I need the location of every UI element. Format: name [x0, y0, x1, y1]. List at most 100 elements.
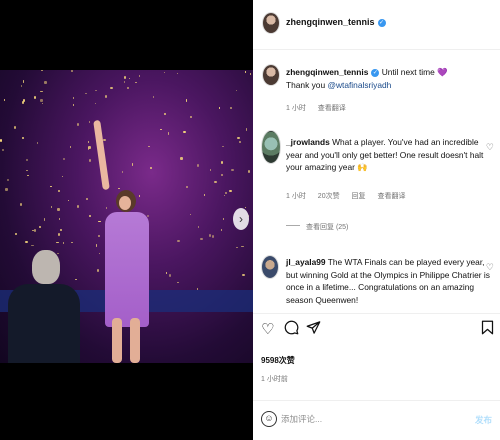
confetti-piece	[31, 244, 35, 247]
confetti-piece	[221, 161, 224, 164]
post-details-panel: zhengqinwen_tennis ✓ zhengqinwen_tennis ✓ …	[253, 0, 500, 440]
caption-avatar[interactable]	[262, 64, 280, 86]
confetti-piece	[150, 166, 152, 169]
confetti-piece	[244, 71, 246, 74]
caption-line1: Until next time 💜	[381, 67, 448, 77]
post-media-panel: ›	[0, 0, 253, 440]
comment-likes[interactable]: 20次赞	[318, 193, 340, 200]
confetti-piece	[182, 130, 186, 133]
confetti-piece	[230, 106, 232, 109]
confetti-piece	[147, 145, 150, 148]
comment-username[interactable]: _jrowlands	[286, 137, 330, 147]
spectator-head	[32, 250, 60, 284]
verified-badge-icon: ✓	[371, 69, 380, 77]
view-replies-button[interactable]: 查看回复 (25)	[286, 222, 358, 232]
confetti-piece	[222, 217, 225, 221]
confetti-piece	[57, 208, 61, 212]
caption-time: 1 小时	[286, 105, 306, 112]
confetti-piece	[245, 128, 248, 131]
caption-translate-link[interactable]: 查看翻译	[318, 105, 346, 112]
emoji-icon[interactable]: ☺	[261, 411, 277, 427]
confetti-piece	[58, 190, 60, 192]
confetti-piece	[244, 206, 247, 209]
caption-username[interactable]: zhengqinwen_tennis	[286, 67, 368, 77]
confetti-piece	[41, 70, 44, 72]
chevron-right-icon[interactable]: ›	[233, 208, 249, 230]
player-leg	[130, 318, 140, 363]
player-face	[119, 196, 131, 210]
username-text[interactable]: zhengqinwen_tennis	[286, 17, 375, 27]
confetti-piece	[36, 142, 38, 145]
confetti-piece	[236, 246, 239, 248]
actions-divider	[253, 313, 500, 314]
confetti-piece	[231, 168, 234, 171]
post-time: 1 小时前	[261, 376, 288, 383]
likes-count[interactable]: 9598次赞	[261, 355, 295, 366]
confetti-piece	[177, 239, 180, 243]
avatar[interactable]	[262, 12, 280, 34]
confetti-piece	[50, 186, 52, 188]
confetti-piece	[58, 217, 61, 220]
confetti-piece	[62, 241, 65, 245]
confetti-piece	[69, 145, 72, 149]
confetti-piece	[3, 98, 6, 101]
comment-bar: ☺ 发布	[253, 400, 500, 440]
confetti-piece	[241, 245, 245, 248]
confetti-piece	[237, 136, 241, 140]
share-icon[interactable]	[306, 320, 321, 339]
replies-line	[286, 225, 300, 226]
confetti-piece	[128, 77, 131, 80]
confetti-piece	[135, 81, 137, 83]
confetti-piece	[72, 104, 75, 106]
confetti-piece	[86, 197, 88, 201]
confetti-piece	[27, 175, 30, 177]
bookmark-icon[interactable]	[481, 320, 494, 339]
comment-reply-button[interactable]: 回复	[352, 193, 366, 200]
confetti-piece	[221, 173, 223, 176]
view-replies-label[interactable]: 查看回复 (25)	[306, 224, 348, 231]
confetti-piece	[77, 123, 80, 126]
confetti-piece	[62, 158, 65, 161]
comment-avatar[interactable]	[261, 255, 279, 279]
confetti-piece	[24, 241, 28, 244]
caption-line2: Thank you	[286, 79, 328, 90]
confetti-piece	[77, 205, 79, 208]
comment-meta: 1 小时 20次赞 回复 查看翻译	[286, 191, 416, 201]
heart-icon[interactable]: ♡	[261, 320, 274, 338]
comment-translate-link[interactable]: 查看翻译	[378, 193, 406, 200]
post-comment-button[interactable]: 发布	[475, 414, 492, 426]
caption-meta: 1 小时 查看翻译	[286, 103, 356, 113]
confetti-piece	[71, 241, 74, 244]
confetti-piece	[22, 137, 24, 140]
confetti-piece	[56, 241, 59, 243]
comment-like-heart-icon[interactable]: ♡	[486, 262, 494, 273]
confetti-piece	[94, 102, 97, 105]
comment-username[interactable]: jl_ayala99	[286, 257, 326, 267]
confetti-piece	[220, 228, 222, 231]
confetti-piece	[88, 140, 90, 144]
comment-icon[interactable]	[284, 320, 299, 339]
confetti-piece	[25, 169, 29, 171]
confetti-piece	[203, 193, 206, 197]
post-header: zhengqinwen_tennis ✓	[253, 0, 500, 50]
confetti-piece	[209, 169, 212, 171]
confetti-piece	[110, 86, 113, 89]
confetti-piece	[22, 80, 25, 83]
confetti-piece	[177, 281, 180, 284]
confetti-piece	[60, 228, 63, 231]
confetti-piece	[123, 76, 126, 79]
confetti-piece	[5, 188, 8, 191]
confetti-piece	[180, 157, 183, 160]
confetti-piece	[200, 237, 203, 241]
confetti-piece	[73, 97, 75, 99]
confetti-piece	[169, 274, 171, 277]
verified-badge-icon: ✓	[377, 19, 386, 27]
header-username[interactable]: zhengqinwen_tennis ✓	[286, 17, 386, 27]
confetti-piece	[228, 189, 232, 193]
comment-input[interactable]	[281, 414, 461, 424]
confetti-piece	[163, 71, 165, 74]
mention-link[interactable]: @wtafinalsriyadh	[327, 80, 391, 90]
comment-like-heart-icon[interactable]: ♡	[486, 142, 494, 153]
comment-avatar[interactable]	[261, 130, 281, 164]
confetti-piece	[19, 202, 23, 206]
